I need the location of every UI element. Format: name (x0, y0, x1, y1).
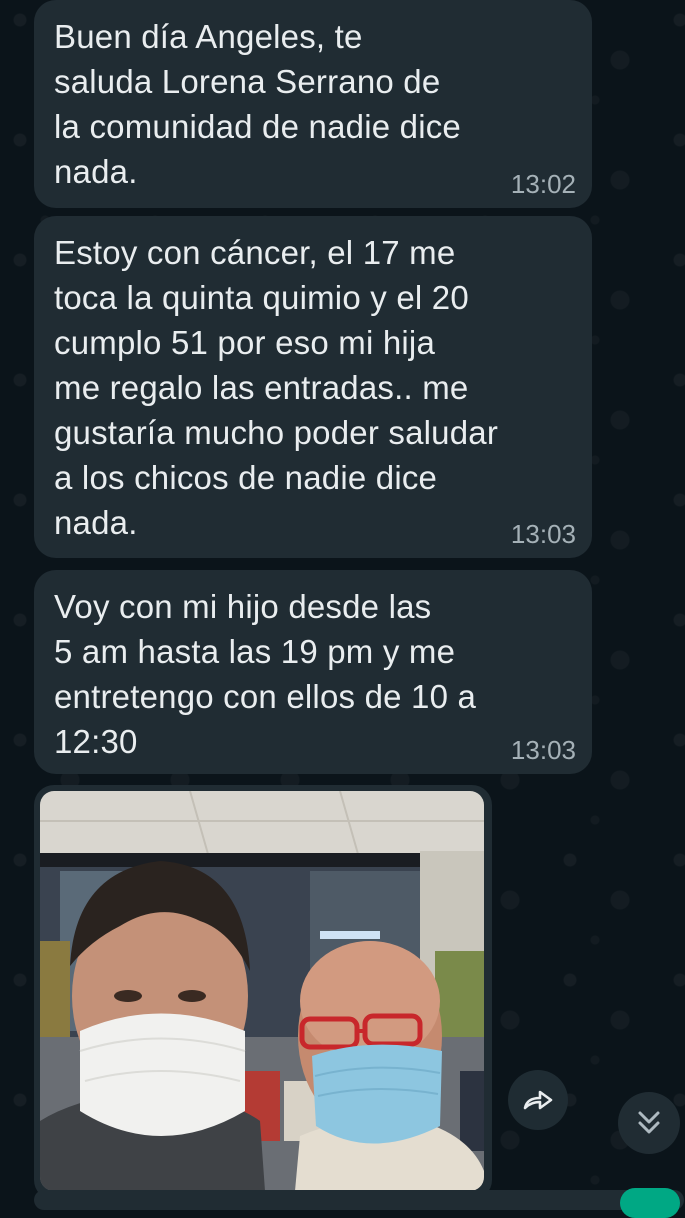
message-timestamp: 13:03 (510, 735, 576, 765)
message-bubble[interactable]: Estoy con cáncer, el 17 me toca la quint… (34, 216, 592, 558)
scroll-to-bottom-button[interactable] (618, 1092, 680, 1154)
next-message-bubble[interactable] (34, 1190, 684, 1210)
message-bubble[interactable]: Buen día Angeles, te saluda Lorena Serra… (34, 0, 592, 208)
photo-illustration (40, 791, 484, 1191)
message-text: Estoy con cáncer, el 17 me toca la quint… (54, 234, 499, 541)
forward-button[interactable] (508, 1070, 568, 1130)
unread-indicator (620, 1188, 680, 1218)
photo-message[interactable] (34, 785, 492, 1200)
selfie-photo[interactable] (40, 791, 484, 1191)
message-timestamp: 13:03 (510, 519, 576, 549)
message-text: Voy con mi hijo desde las 5 am hasta las… (54, 588, 477, 760)
message-timestamp: 13:02 (510, 169, 576, 199)
double-chevron-down-icon (638, 1111, 660, 1134)
message-bubble[interactable]: Voy con mi hijo desde las 5 am hasta las… (34, 570, 592, 774)
message-text: Buen día Angeles, te saluda Lorena Serra… (54, 18, 461, 190)
forward-icon (523, 1090, 553, 1110)
